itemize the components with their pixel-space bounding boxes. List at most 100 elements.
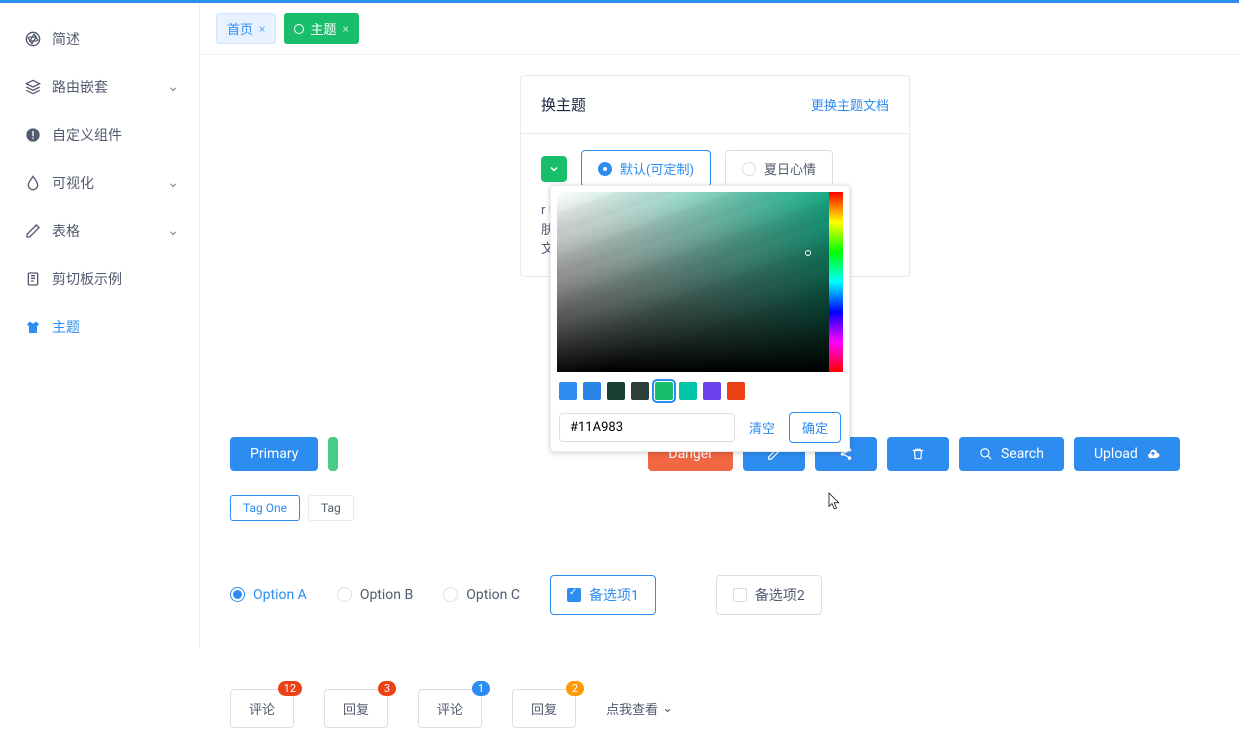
sidebar: 简述 路由嵌套 ⌄ 自定义组件 可视化 ⌄ 表格 ⌄ 剪切板示例 主题 — [0, 3, 200, 648]
main-content: 首页× 主题× 换主题 更换主题文档 默认(可定制) 夏日心情 r 中的更换皮肤… — [200, 3, 1239, 648]
chevron-down-icon: ⌄ — [167, 79, 179, 95]
swatch[interactable] — [727, 382, 745, 400]
close-icon[interactable]: × — [259, 22, 265, 36]
tab-label: 主题 — [310, 19, 336, 38]
sidebar-item-label: 路由嵌套 — [52, 77, 108, 97]
reply-button-1[interactable]: 回复3 — [324, 689, 388, 728]
chevron-down-icon: ⌄ — [167, 175, 179, 191]
pencil-icon — [24, 222, 42, 240]
tab-bar: 首页 × 主题 × — [200, 3, 1239, 55]
swatch[interactable] — [583, 382, 601, 400]
sidebar-item-visualization[interactable]: 可视化 ⌄ — [0, 159, 199, 207]
checkbox-icon — [733, 588, 747, 602]
sidebar-item-label: 可视化 — [52, 173, 94, 193]
radio-label: Option C — [466, 587, 520, 603]
aperture-icon — [24, 30, 42, 48]
sidebar-item-components[interactable]: 自定义组件 — [0, 111, 199, 159]
chevron-down-icon: ⌄ — [662, 701, 673, 716]
swatch[interactable] — [559, 382, 577, 400]
radio-icon — [230, 587, 245, 602]
theme-option-default[interactable]: 默认(可定制) — [581, 150, 711, 187]
checkbox-label: 备选项1 — [589, 585, 639, 605]
shirt-icon — [24, 318, 42, 336]
radio-label: Option B — [360, 587, 413, 603]
badge: 2 — [566, 681, 584, 696]
sidebar-item-theme[interactable]: 主题 — [0, 303, 199, 351]
button-label: Upload — [1094, 446, 1138, 462]
close-icon[interactable]: × — [342, 22, 348, 36]
badge: 3 — [378, 681, 396, 696]
comment-button-1[interactable]: 评论12 — [230, 689, 294, 728]
search-button[interactable]: Search — [959, 437, 1064, 471]
alert-icon — [24, 126, 42, 144]
radio-option-a[interactable]: Option A — [230, 587, 307, 603]
clear-button[interactable]: 清空 — [743, 418, 781, 437]
tab-home[interactable]: 首页 × — [216, 13, 276, 44]
view-dropdown[interactable]: 点我查看 ⌄ — [606, 699, 673, 718]
radio-option-c[interactable]: Option C — [443, 587, 520, 603]
color-picker-panel: 清空 确定 — [550, 185, 850, 452]
card-title: 换主题 — [541, 94, 586, 115]
swatch[interactable] — [631, 382, 649, 400]
badge: 12 — [278, 681, 302, 696]
sidebar-item-label: 剪切板示例 — [52, 269, 122, 289]
options-row: Option A Option B Option C 备选项1 备选项2 — [230, 575, 1209, 615]
comments-row: 评论12 回复3 评论1 回复2 点我查看 ⌄ — [230, 689, 1209, 728]
swatch-selected[interactable] — [655, 382, 673, 400]
sidebar-item-clipboard[interactable]: 剪切板示例 — [0, 255, 199, 303]
hue-slider[interactable] — [829, 192, 843, 372]
comment-label: 回复 — [343, 703, 369, 718]
theme-option-summer[interactable]: 夏日心情 — [725, 150, 833, 187]
swatch[interactable] — [703, 382, 721, 400]
sidebar-item-tables[interactable]: 表格 ⌄ — [0, 207, 199, 255]
theme-docs-link[interactable]: 更换主题文档 — [811, 95, 889, 114]
success-button[interactable] — [328, 437, 338, 471]
sidebar-item-label: 表格 — [52, 221, 80, 241]
radio-option-b[interactable]: Option B — [337, 587, 413, 603]
reply-button-2[interactable]: 回复2 — [512, 689, 576, 728]
button-label: Search — [1001, 446, 1044, 462]
primary-button[interactable]: Primary — [230, 437, 318, 471]
sidebar-item-label: 主题 — [52, 317, 80, 337]
tab-dot-icon — [294, 24, 304, 34]
dropdown-label: 点我查看 — [606, 699, 658, 718]
radio-icon — [598, 162, 612, 176]
color-swatches — [557, 380, 843, 410]
comment-button-2[interactable]: 评论1 — [418, 689, 482, 728]
saturation-panel[interactable] — [557, 192, 837, 372]
upload-button[interactable]: Upload — [1074, 437, 1180, 471]
checkbox-option-1[interactable]: 备选项1 — [550, 575, 656, 615]
chevron-down-icon: ⌄ — [167, 223, 179, 239]
swatch[interactable] — [607, 382, 625, 400]
comment-label: 评论 — [437, 703, 463, 718]
radio-icon — [337, 587, 352, 602]
clipboard-icon — [24, 270, 42, 288]
delete-button[interactable] — [887, 437, 949, 471]
layers-icon — [24, 78, 42, 96]
sidebar-item-overview[interactable]: 简述 — [0, 15, 199, 63]
badge: 1 — [472, 681, 490, 696]
tab-label: 首页 — [227, 19, 253, 38]
tag-one[interactable]: Tag One — [230, 495, 300, 521]
swatch[interactable] — [679, 382, 697, 400]
comment-label: 评论 — [249, 703, 275, 718]
radio-icon — [443, 587, 458, 602]
tag-two[interactable]: Tag — [308, 495, 354, 521]
comment-label: 回复 — [531, 703, 557, 718]
color-picker-trigger[interactable] — [541, 156, 567, 182]
confirm-button[interactable]: 确定 — [789, 412, 841, 443]
option-label: 夏日心情 — [764, 159, 816, 178]
sidebar-item-label: 简述 — [52, 29, 80, 49]
hex-input[interactable] — [559, 413, 735, 442]
radio-icon — [742, 162, 756, 176]
checkbox-icon — [567, 588, 581, 602]
color-cursor — [805, 250, 811, 256]
checkbox-label: 备选项2 — [755, 585, 805, 605]
sidebar-item-routing[interactable]: 路由嵌套 ⌄ — [0, 63, 199, 111]
sidebar-item-label: 自定义组件 — [52, 125, 122, 145]
radio-label: Option A — [253, 587, 307, 603]
tab-theme[interactable]: 主题 × — [284, 13, 358, 44]
drop-icon — [24, 174, 42, 192]
checkbox-option-2[interactable]: 备选项2 — [716, 575, 822, 615]
tag-row: Tag One Tag — [230, 495, 1209, 521]
